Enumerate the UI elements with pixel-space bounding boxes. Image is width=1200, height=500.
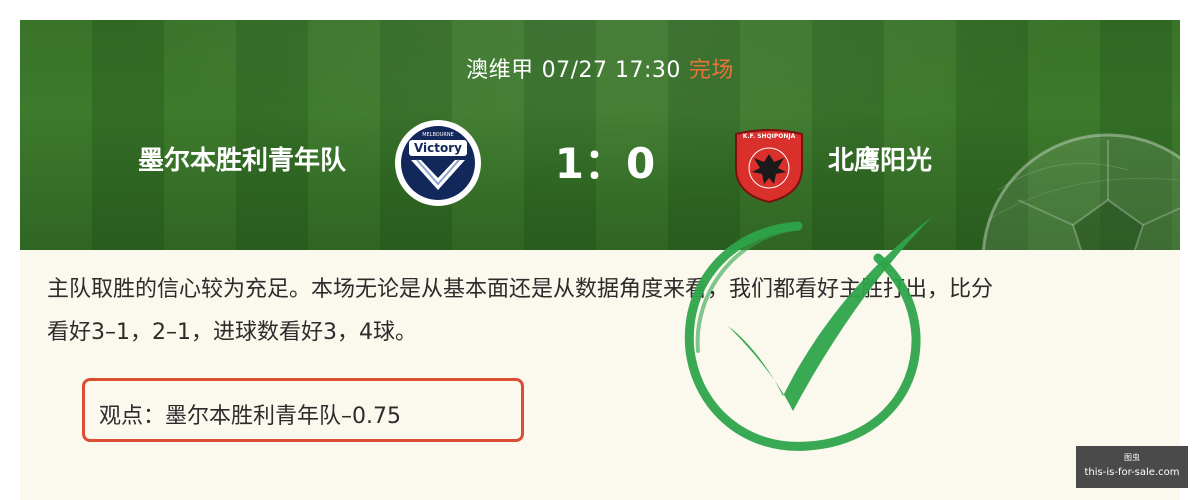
- opinion-box: 观点：墨尔本胜利青年队–0.75: [82, 378, 524, 442]
- victory-crest-icon[interactable]: MELBOURNE Victory: [393, 118, 483, 208]
- league-name: 澳维甲: [466, 58, 534, 83]
- check-stamp-icon: [684, 216, 933, 451]
- analysis-text: 主队取胜的信心较为充足。本场无论是从基本面还是从数据角度来看，我们都看好主胜打出…: [47, 268, 1180, 354]
- match-status: 完场: [688, 58, 734, 83]
- match-card: 澳维甲 07/27 17:30 完场 墨尔本胜利青年队 MELBOURNE Vict…: [20, 20, 1180, 500]
- svg-text:K.F. SHQIPONJA: K.F. SHQIPONJA: [743, 133, 796, 140]
- svg-text:Victory: Victory: [414, 141, 462, 155]
- match-score: 1：0: [554, 139, 656, 188]
- home-team-name[interactable]: 墨尔本胜利青年队: [138, 140, 346, 177]
- svg-text:MELBOURNE: MELBOURNE: [422, 132, 454, 138]
- match-banner: 澳维甲 07/27 17:30 完场 墨尔本胜利青年队 MELBOURNE Vict…: [20, 20, 1180, 250]
- shqiponja-crest-icon[interactable]: K.F. SHQIPONJA: [730, 124, 808, 204]
- match-info-line: 澳维甲 07/27 17:30 完场: [20, 52, 1180, 84]
- truncated-text-line: [90, 495, 630, 500]
- analysis-line-1: 主队取胜的信心较为充足。本场无论是从基本面还是从数据角度来看，我们都看好主胜打出…: [47, 277, 994, 302]
- watermark-line-2: this-is-for-sale.com: [1084, 467, 1180, 478]
- match-datetime: 07/27 17:30: [541, 58, 681, 83]
- watermark-line-1: 图虫: [1124, 453, 1140, 462]
- football-icon: [981, 133, 1180, 250]
- opinion-text: 观点：墨尔本胜利青年队–0.75: [99, 404, 401, 429]
- away-team-name[interactable]: 北鹰阳光: [828, 140, 932, 177]
- watermark-badge: 图虫 this-is-for-sale.com: [1076, 446, 1188, 488]
- analysis-line-2: 看好3–1，2–1，进球数看好3，4球。: [47, 320, 417, 345]
- analysis-section: 主队取胜的信心较为充足。本场无论是从基本面还是从数据角度来看，我们都看好主胜打出…: [20, 250, 1180, 500]
